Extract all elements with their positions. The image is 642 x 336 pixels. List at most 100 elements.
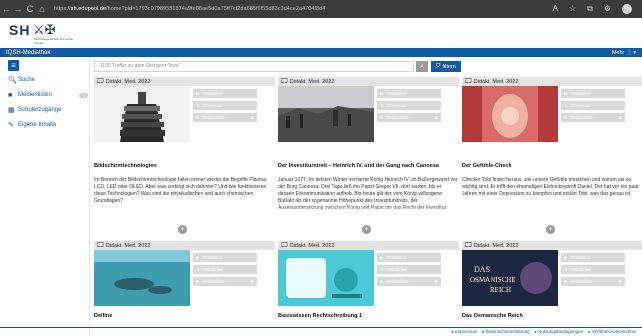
expand-icon[interactable]: + [178, 225, 187, 234]
download-button[interactable]: ⬇ Download [377, 265, 441, 274]
plus-icon: ⊕ [434, 114, 438, 120]
download-button[interactable]: ⬇ Download [193, 265, 257, 274]
download-button[interactable]: ⬇ Download [377, 101, 441, 110]
footer-link-datenschutz[interactable]: ▸ Datenschutzerklärung [482, 329, 529, 335]
play-button[interactable]: ▶ Abspielen [561, 89, 625, 98]
sh-logo[interactable]: SH [9, 22, 30, 38]
sidebar-item-eigene-inhalte[interactable]: ✎ Eigene Inhalte [8, 119, 88, 131]
media-card[interactable]: 🖵 Didakt. Med. 2022 DAS OSMANISCHE REICH … [462, 241, 642, 327]
browser-toolbar: ← → C ⌂ https://sh.edupool.de/home?pid=1… [0, 0, 642, 18]
card-title[interactable]: Der Investiturstreit – Heinrich IV. und … [278, 163, 439, 169]
bookmark-icon: ■ [8, 91, 13, 99]
sidebar-item-medienlisten[interactable]: ■ Medienlisten 0 [8, 89, 88, 101]
filter-icon: ⛉ [436, 63, 441, 69]
download-icon: ⬇ [380, 266, 384, 272]
download-button[interactable]: ⬇ Download [561, 265, 625, 274]
list-icon: ■ [380, 115, 383, 120]
hamburger-menu-icon[interactable]: ≡ [8, 60, 19, 71]
add-to-list-button[interactable]: ■ Medienliste ⊕ [561, 277, 625, 286]
play-icon: ▶ [196, 90, 200, 96]
media-card[interactable]: 🖵 Didakt. Med. 2022 ▶ Abspielen ⬇ Download … [94, 241, 275, 327]
search-icon[interactable]: ⌕ [416, 61, 428, 72]
add-to-list-button[interactable]: ■ Medienliste ⊕ [193, 113, 257, 122]
media-card[interactable]: 🖵 Didakt. Med. 2022 ▶ Abspielen ⬇ Download … [462, 77, 642, 235]
add-to-list-button[interactable]: ■ Medienliste ⊕ [377, 113, 441, 122]
sidebar-item-suche[interactable]: 🔍 Suche [8, 74, 88, 86]
thumbnail-investiturstreit[interactable] [278, 86, 374, 142]
list-icon: ■ [380, 279, 383, 284]
brand-subtitle: Schleswig-Holstein Der echte Norden [34, 37, 74, 45]
plus-icon: ⊕ [618, 278, 622, 284]
tv-icon: 🖵 [465, 241, 472, 249]
footer-link-nutzungsbedingungen[interactable]: ▸ Nutzungsbedingungen [535, 329, 584, 335]
card-title[interactable]: Der Gefühle-Check [462, 163, 512, 169]
address-bar[interactable]: https://sh.edupool.de/home?pid=1793c0798… [54, 6, 474, 12]
lock-icon: ⌂ [39, 4, 45, 14]
thumbnail-gefuehle-check[interactable] [462, 86, 558, 142]
filter-button[interactable]: ⛉ filtern [431, 61, 461, 72]
thumbnail-osmanisches-reich[interactable]: DAS OSMANISCHE REICH [462, 250, 558, 306]
favorites-icon[interactable]: ☆ [569, 4, 576, 14]
back-icon[interactable]: ← [0, 4, 12, 14]
search-results-input[interactable]: 1100 Treffer zu dem Stichwort "bwu" [94, 61, 414, 72]
card-title[interactable]: Bildschirmtechnologien [94, 163, 157, 169]
reload-icon[interactable]: C [24, 4, 36, 14]
card-header: 🖵 Didakt. Med. 2022 [278, 77, 459, 86]
footer-link-verfahrensverzeichnis[interactable]: ▸ Verfahrensverzeichnis [588, 329, 636, 335]
add-to-list-button[interactable]: ■ Medienliste ⊕ [377, 277, 441, 286]
play-icon: ▶ [564, 254, 568, 260]
download-icon: ⬇ [196, 266, 200, 272]
tv-icon: 🖵 [97, 77, 104, 85]
plus-icon: ⊕ [434, 278, 438, 284]
collections-icon[interactable]: ⧉ [587, 4, 593, 14]
play-icon: ▶ [564, 90, 568, 96]
media-card[interactable]: 🖵 Didakt. Med. 2022 ▶ Abspielen ⬇ Download … [94, 77, 275, 235]
expand-icon[interactable]: + [362, 225, 371, 234]
download-icon: ⬇ [196, 102, 200, 108]
card-actions: ▶ Abspielen ⬇ Download ■ Medienliste ⊕ [193, 89, 257, 125]
play-button[interactable]: ▶ Abspielen [193, 89, 257, 98]
thumbnail-rechtschreibung[interactable] [278, 250, 374, 306]
thumbnail-title-line-2: OSMANISCHE [470, 276, 516, 284]
read-aloud-icon[interactable]: A [553, 4, 558, 14]
profile-avatar[interactable] [622, 4, 632, 14]
card-description: Im Bereich der Bildschirmtechnologie fal… [94, 177, 268, 204]
app-title: IQSH-Mediathek [6, 49, 51, 56]
expand-icon[interactable]: + [546, 225, 555, 234]
list-icon: ■ [196, 115, 199, 120]
browser-extension-icons: A ☆ ⧉ ⚙ [553, 4, 642, 14]
forward-icon[interactable]: → [12, 4, 24, 14]
tv-icon: 🖵 [281, 241, 288, 249]
card-title[interactable]: Basiswissen Rechtschreibung 1 [278, 313, 362, 319]
list-icon: ■ [564, 115, 567, 120]
media-card[interactable]: 🖵 Didakt. Med. 2022 ▶ Abspielen ⬇ Download … [278, 77, 459, 235]
app-title-bar: IQSH-Mediathek Mehr 👤▾ [0, 48, 642, 57]
grid-icon: ▦ [8, 107, 15, 114]
tv-icon: 🖵 [465, 77, 472, 85]
thumbnail-title-line-1: DAS [474, 265, 490, 274]
card-title[interactable]: Delfine [94, 313, 112, 319]
play-button[interactable]: ▶ Abspielen [193, 253, 257, 262]
play-button[interactable]: ▶ Abspielen [561, 253, 625, 262]
card-header: 🖵 Didakt. Med. 2022 [94, 241, 275, 250]
search-icon: 🔍 [8, 77, 17, 84]
play-button[interactable]: ▶ Abspielen [377, 89, 441, 98]
thumbnail-bildschirmtechnologien[interactable] [94, 86, 190, 142]
download-button[interactable]: ⬇ Download [561, 101, 625, 110]
card-actions: ▶ Abspielen ⬇ Download ■ Medienliste ⊕ [377, 253, 441, 289]
media-card[interactable]: 🖵 Didakt. Med. 2022 ▶ Abspielen ⬇ Download … [278, 241, 459, 327]
add-to-list-button[interactable]: ■ Medienliste ⊕ [561, 113, 625, 122]
footer-link-impressum[interactable]: ▸ Impressum [452, 329, 478, 335]
sidebar-item-schuelerzugaenge[interactable]: ▦ Schülerzugänge [8, 104, 88, 116]
plus-icon: ⊕ [250, 278, 254, 284]
card-actions: ▶ Abspielen ⬇ Download ■ Medienliste ⊕ [561, 253, 625, 289]
card-header: 🖵 Didakt. Med. 2022 [94, 77, 275, 86]
extensions-icon[interactable]: ⚙ [604, 4, 611, 14]
download-button[interactable]: ⬇ Download [193, 101, 257, 110]
card-title[interactable]: Das Osmanische Reich [462, 313, 523, 319]
play-icon: ▶ [380, 90, 384, 96]
mehr-menu-button[interactable]: Mehr 👤▾ [612, 50, 636, 56]
thumbnail-delfine[interactable] [94, 250, 190, 306]
add-to-list-button[interactable]: ■ Medienliste ⊕ [193, 277, 257, 286]
play-button[interactable]: ▶ Abspielen [377, 253, 441, 262]
